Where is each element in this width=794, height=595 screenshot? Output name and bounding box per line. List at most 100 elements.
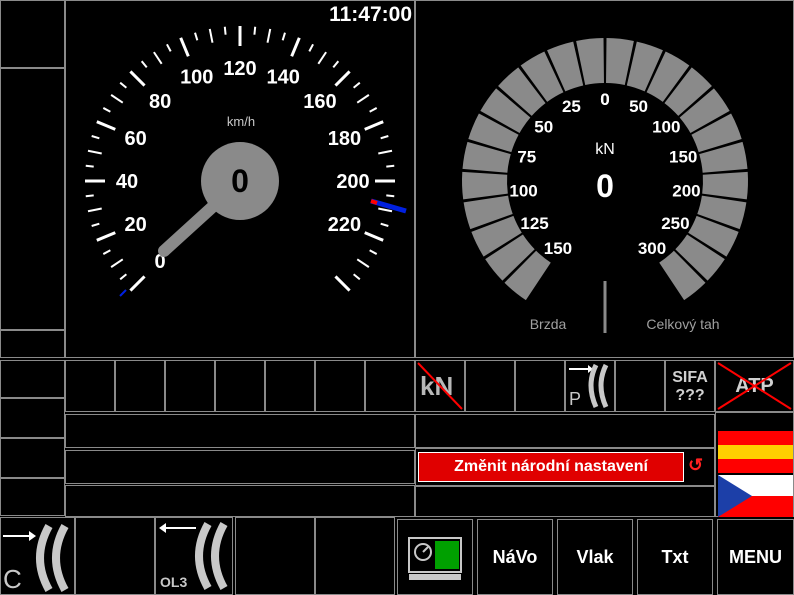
traction-caption: Celkový tah	[646, 316, 719, 332]
speed-tick	[352, 81, 361, 89]
traction-dial: 0255075100125150 0 50100150200250300 kN 0…	[462, 38, 748, 333]
national-flag-area[interactable]	[715, 412, 794, 517]
czech-flag-icon[interactable]	[718, 475, 793, 517]
speed-tick	[380, 222, 389, 227]
speed-tick	[332, 60, 340, 69]
speed-tick	[85, 194, 94, 198]
speedometer-panel: 11:47:00 0 20 40 60 80 100 120 140 160 180 200 220 …	[65, 0, 415, 358]
speed-tick-label: 120	[223, 58, 256, 80]
message-area-right-2[interactable]: Změnit národní nastavení ↺	[415, 448, 715, 486]
speed-tick-label: 60	[124, 128, 146, 150]
regional-flag-icon[interactable]	[718, 431, 793, 473]
status-slot-3	[165, 360, 215, 412]
speed-tick-label: 200	[336, 171, 369, 193]
monitor-button[interactable]	[397, 519, 473, 595]
c-track-button[interactable]: C	[0, 517, 75, 595]
speed-limit-marker-red	[370, 199, 378, 205]
speed-tick	[356, 94, 370, 104]
gauge-segment	[462, 171, 508, 200]
left-slot-6	[0, 438, 65, 478]
left-slot-3	[0, 330, 65, 358]
speedometer-dial: 020406080100 120 140160180200220 km/h 0	[85, 26, 407, 297]
kn-status-icon: kN	[415, 360, 465, 412]
message-area-right-3	[415, 486, 715, 517]
message-area-right-1	[415, 414, 715, 448]
sifa-value: ???	[675, 387, 705, 404]
brake-tick-label: 25	[562, 97, 581, 116]
speed-tick	[102, 107, 111, 113]
traction-panel: 0 25 50 75 100 125 150 0 50 100 150 200 250 300 kN 0…	[415, 0, 794, 358]
vlak-label: Vlak	[576, 546, 614, 567]
brake-tick-label: 75	[517, 147, 536, 166]
traction-tick-label: 100	[652, 117, 680, 136]
speed-tick	[266, 28, 272, 43]
status-slot-2	[115, 360, 165, 412]
speed-tick	[334, 70, 351, 87]
status-slot-6	[315, 360, 365, 412]
national-settings-message[interactable]: Změnit národní nastavení	[418, 452, 684, 482]
left-slot-7	[0, 478, 65, 516]
speed-tick	[110, 258, 124, 268]
speed-tick	[364, 120, 384, 131]
speed-tick	[308, 43, 314, 52]
speed-tick	[96, 231, 116, 242]
ol3-button[interactable]: OL3	[155, 517, 233, 595]
traction-tick-label: 200	[672, 182, 700, 201]
traction-tick-label: 250	[661, 214, 689, 233]
speed-tick	[91, 222, 100, 227]
left-slot-5	[0, 398, 65, 438]
txt-label: Txt	[661, 546, 689, 567]
speed-tick	[352, 273, 361, 281]
national-settings-text: Změnit národní nastavení	[454, 458, 648, 475]
bottom-slot-3	[315, 517, 395, 595]
speed-tick	[140, 60, 148, 69]
speed-tick-label: 80	[149, 91, 171, 113]
speed-tick	[110, 94, 124, 104]
p-label: P	[569, 389, 582, 409]
speed-tick	[369, 107, 378, 113]
speed-tick-label: 220	[328, 214, 361, 236]
txt-button[interactable]: Txt	[637, 519, 713, 595]
menu-button[interactable]: MENU	[717, 519, 794, 595]
traction-tick-label: 300	[638, 239, 666, 258]
menu-label: MENU	[729, 546, 782, 567]
brake-tick-label: 150	[544, 239, 572, 258]
message-line-3	[65, 485, 415, 517]
traction-unit-label: kN	[595, 141, 615, 158]
traction-tick-label: 0	[600, 90, 609, 109]
status-slot-1	[65, 360, 115, 412]
traction-tick-label: 150	[669, 147, 697, 166]
current-speed: 0	[231, 163, 249, 199]
zero-speed-marker	[119, 289, 127, 297]
speed-tick	[253, 26, 257, 35]
speed-tick	[281, 32, 286, 41]
ol3-label: OL3	[160, 574, 188, 590]
speed-tick	[87, 207, 102, 213]
atp-indicator: ATP	[715, 360, 794, 412]
navo-label: NáVo	[492, 546, 538, 567]
speed-tick	[378, 149, 393, 155]
traction-current-value: 0	[596, 168, 614, 204]
speed-tick	[119, 273, 128, 281]
speed-tick-label: 20	[124, 214, 146, 236]
speed-tick	[334, 275, 351, 292]
status-slot-4	[215, 360, 265, 412]
speed-tick-label: 140	[267, 67, 300, 89]
brake-tick-label: 50	[534, 117, 553, 136]
brake-caption: Brzda	[530, 316, 567, 332]
bottom-slot-1	[75, 517, 155, 595]
speed-tick	[386, 194, 395, 198]
atp-crossed-icon	[717, 362, 792, 410]
speed-tick	[356, 258, 370, 268]
vlak-button[interactable]: Vlak	[557, 519, 633, 595]
acknowledge-arrow-icon[interactable]: ↺	[688, 455, 703, 476]
speed-tick	[102, 249, 111, 255]
speed-tick	[364, 231, 384, 242]
sifa-indicator: SIFA ???	[665, 360, 715, 412]
speed-tick	[85, 164, 94, 168]
speed-tick	[87, 149, 102, 155]
kn-crossed-icon	[417, 362, 463, 410]
speed-tick-label: 40	[116, 171, 138, 193]
navo-button[interactable]: NáVo	[477, 519, 553, 595]
left-slot-4	[0, 360, 65, 398]
